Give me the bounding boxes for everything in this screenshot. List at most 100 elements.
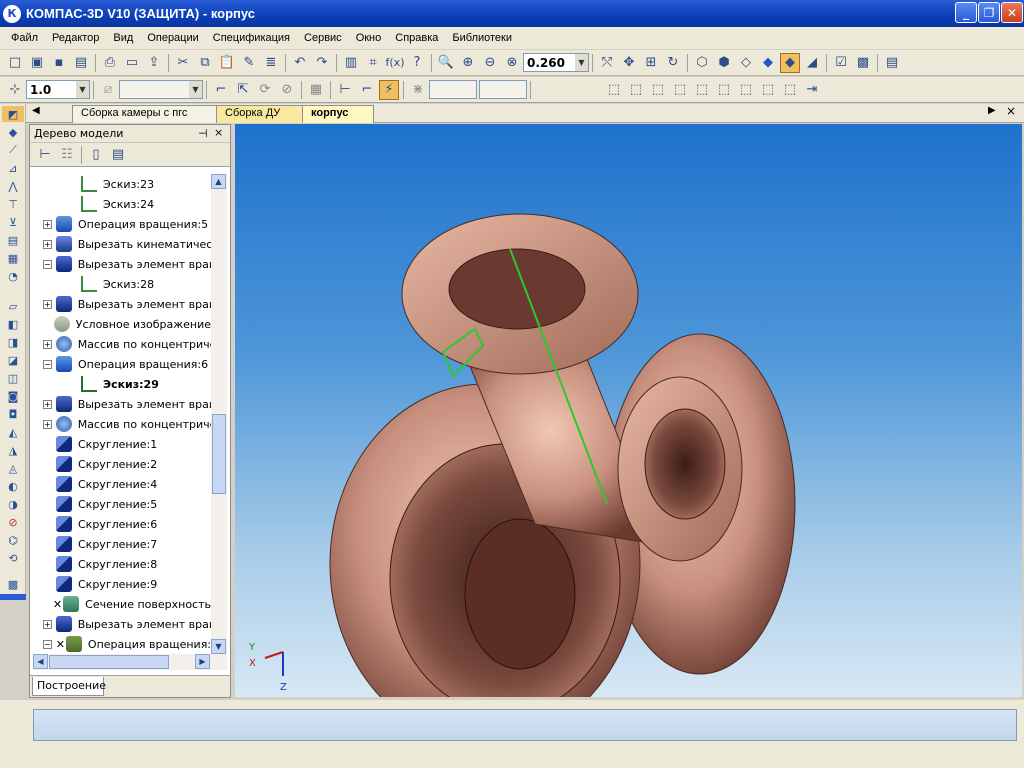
thin-lines-icon[interactable]: ◇ (736, 53, 756, 73)
tree-item[interactable]: Скругление:7 (33, 534, 211, 554)
tree-item[interactable]: Скругление:8 (33, 554, 211, 574)
wireframe-icon[interactable]: ⬡ (692, 53, 712, 73)
help-cursor-icon[interactable]: ? (407, 53, 427, 73)
specification-icon[interactable]: ▤ (2, 232, 24, 248)
view-iso-icon[interactable]: ⬚ (736, 80, 756, 100)
tree-item[interactable]: Эскиз:29 (33, 374, 211, 394)
chevron-down-icon[interactable]: ▼ (575, 54, 588, 71)
view-left-icon[interactable]: ⬚ (648, 80, 668, 100)
disable-icon[interactable]: ⊘ (277, 80, 297, 100)
chevron-down-icon[interactable]: ▼ (189, 81, 202, 98)
tree-item[interactable]: Скругление:5 (33, 494, 211, 514)
expand-toggle[interactable]: + (43, 299, 52, 309)
tree-horizontal-scrollbar[interactable]: ◀ ▶ (33, 654, 227, 670)
chevron-down-icon[interactable]: ▼ (76, 81, 89, 98)
shell-icon[interactable]: ◘ (2, 406, 24, 422)
tree-item[interactable]: + Вырезать элемент вращ (33, 614, 211, 634)
view-select-icon[interactable]: ⇥ (802, 80, 822, 100)
menu-file[interactable]: Файл (4, 32, 45, 44)
mirror-icon[interactable]: ◐ (2, 478, 24, 494)
tab-du-assembly[interactable]: Сборка ДУ (216, 105, 308, 123)
auxiliary-geometry-icon[interactable]: ⋀ (2, 178, 24, 194)
arrays-icon[interactable]: ⊿ (2, 160, 24, 176)
tab-scroll-right-icon[interactable]: ▶ (988, 105, 996, 116)
copy-icon[interactable]: ⧉ (195, 53, 215, 73)
preview-icon[interactable]: ▭ (122, 53, 142, 73)
scroll-up-icon[interactable]: ▲ (211, 174, 226, 189)
pin-icon[interactable]: ⊣ (198, 127, 208, 140)
zoom-out-icon[interactable]: ⊖ (480, 53, 500, 73)
cut-icon[interactable]: ✂ (173, 53, 193, 73)
shaded-edges-icon[interactable]: ◆ (780, 52, 800, 73)
tree-item[interactable]: Эскиз:28 (33, 274, 211, 294)
expand-toggle[interactable]: − (43, 259, 52, 269)
paste-icon[interactable]: 📋 (217, 53, 237, 73)
zoom-window-icon[interactable]: 🔍 (436, 53, 456, 73)
menu-specification[interactable]: Спецификация (206, 32, 297, 44)
tree-item[interactable]: Скругление:2 (33, 454, 211, 474)
close-panel-icon[interactable]: × (214, 126, 223, 139)
layers-icon[interactable]: ≣ (261, 53, 281, 73)
model-viewport[interactable]: Y X Z (235, 124, 1022, 745)
tree-item[interactable]: − Вырезать элемент вращ (33, 254, 211, 274)
spatial-curves-icon[interactable]: ◆ (2, 124, 24, 140)
close-button[interactable]: ✕ (1001, 2, 1023, 23)
view-top-icon[interactable]: ⬚ (692, 80, 712, 100)
tab-camera-assembly[interactable]: Сборка камеры с пгс (72, 105, 222, 123)
view-custom-icon[interactable]: ⬚ (780, 80, 800, 100)
rotate-view-icon[interactable]: ↻ (663, 53, 683, 73)
zoom-combo[interactable]: 0.260 ▼ (523, 53, 589, 72)
tree-item[interactable]: Скругление:6 (33, 514, 211, 534)
coord-x-field[interactable] (429, 80, 477, 99)
tree-item[interactable]: ✕ Сечение поверхность (33, 594, 211, 614)
rib-icon[interactable]: ◭ (2, 424, 24, 440)
expand-toggle[interactable]: + (43, 219, 52, 229)
tree-structure-icon[interactable]: ⊢ (35, 145, 55, 165)
show-all-icon[interactable]: ☑ (831, 53, 851, 73)
filters-icon[interactable]: ⊻ (2, 214, 24, 230)
tree-item[interactable]: + Операция вращения:5 (33, 214, 211, 234)
loft-icon[interactable]: ◨ (2, 334, 24, 350)
tree-scroll-thumb[interactable] (212, 414, 226, 494)
tree-properties-icon[interactable]: ▯ (86, 145, 106, 165)
view-bottom-icon[interactable]: ⬚ (714, 80, 734, 100)
grid-icon[interactable]: ▦ (306, 80, 326, 100)
library-icon[interactable]: ▩ (853, 53, 873, 73)
save-all-icon[interactable]: ▤ (71, 53, 91, 73)
thread-icon[interactable]: ⌬ (2, 532, 24, 548)
pan-icon[interactable]: ✥ (619, 53, 639, 73)
elements-icon[interactable]: ◔ (2, 268, 24, 284)
measure-icon[interactable]: ⊤ (2, 196, 24, 212)
manager-icon[interactable]: ▥ (341, 53, 361, 73)
expand-toggle[interactable]: + (43, 239, 52, 249)
expand-toggle[interactable]: − (43, 359, 52, 369)
view-back-icon[interactable]: ⬚ (626, 80, 646, 100)
tree-hscroll-thumb[interactable] (49, 655, 169, 669)
expand-toggle[interactable]: − (43, 639, 52, 649)
hidden-lines-icon[interactable]: ⬢ (714, 53, 734, 73)
reports-icon[interactable]: ▦ (2, 250, 24, 266)
scroll-down-icon[interactable]: ▼ (211, 639, 226, 654)
zoom-in-icon[interactable]: ⊕ (458, 53, 478, 73)
tree-item[interactable]: Скругление:9 (33, 574, 211, 594)
function-icon[interactable]: f(x) (385, 53, 405, 73)
menu-window[interactable]: Окно (349, 32, 389, 44)
tree-item[interactable]: Скругление:4 (33, 474, 211, 494)
shaded-icon[interactable]: ◆ (758, 53, 778, 73)
hole-icon[interactable]: ◙ (2, 388, 24, 404)
print-icon[interactable]: ⎙ (100, 53, 120, 73)
menu-service[interactable]: Сервис (297, 32, 349, 44)
tab-construction[interactable]: Построение (32, 677, 106, 696)
menu-view[interactable]: Вид (106, 32, 140, 44)
panel-scroll-handle[interactable] (0, 594, 26, 600)
rebuild-part-icon[interactable]: ⟲ (2, 550, 24, 566)
scroll-right-icon[interactable]: ▶ (195, 654, 210, 669)
surfaces-icon[interactable]: ⟋ (2, 142, 24, 158)
perspective-icon[interactable]: ◢ (802, 53, 822, 73)
cut-extrude-icon[interactable]: ◫ (2, 370, 24, 386)
tree-item[interactable]: + Вырезать кинематичес (33, 234, 211, 254)
tree-item[interactable]: Скругление:1 (33, 434, 211, 454)
tree-item[interactable]: Условное изображение (33, 314, 211, 334)
close-document-icon[interactable]: × (1006, 104, 1016, 118)
menu-libraries[interactable]: Библиотеки (445, 32, 519, 44)
